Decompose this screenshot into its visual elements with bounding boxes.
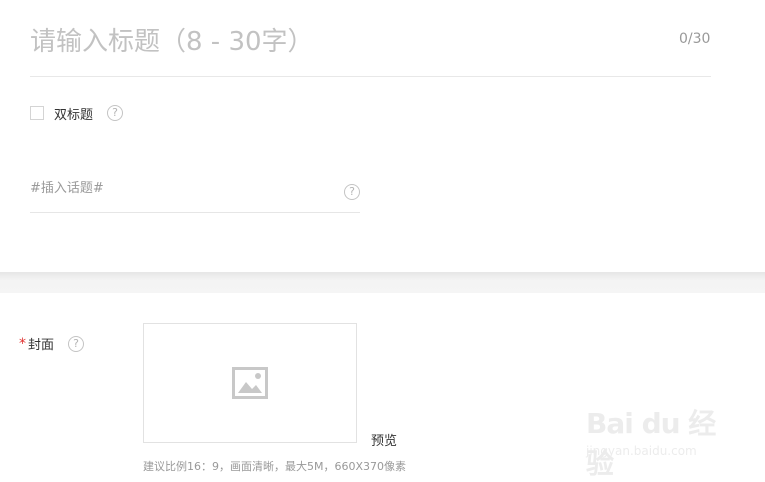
cover-hint-text: 建议比例16：9，画面清晰，最大5M，660X370像素: [143, 460, 407, 473]
topic-underline: [30, 212, 360, 213]
cover-label-row: * 封面 ?: [19, 334, 85, 353]
dual-title-checkbox[interactable]: [30, 106, 44, 120]
image-icon: [232, 367, 268, 399]
help-icon[interactable]: ?: [107, 105, 124, 121]
dual-title-label: 双标题: [54, 107, 94, 123]
title-char-counter: 0/30: [679, 31, 711, 47]
help-icon[interactable]: ?: [68, 335, 85, 352]
topic-input[interactable]: [30, 178, 330, 198]
cover-label: 封面: [28, 338, 55, 353]
section-separator: [0, 272, 765, 293]
title-underline: [30, 76, 711, 77]
watermark-logo: Bai du 经验: [586, 407, 716, 480]
watermark: Bai du 经验 jingyan.baidu.com: [586, 394, 726, 480]
dual-title-row: 双标题 ?: [30, 103, 124, 123]
title-input[interactable]: [30, 22, 630, 62]
cover-upload-box[interactable]: [143, 323, 357, 443]
help-icon[interactable]: ?: [344, 184, 360, 200]
required-mark: *: [19, 335, 26, 352]
watermark-domain: jingyan.baidu.com: [586, 444, 697, 458]
preview-link[interactable]: 预览: [371, 430, 397, 449]
article-title-panel: 0/30 双标题 ? ?: [0, 0, 765, 272]
